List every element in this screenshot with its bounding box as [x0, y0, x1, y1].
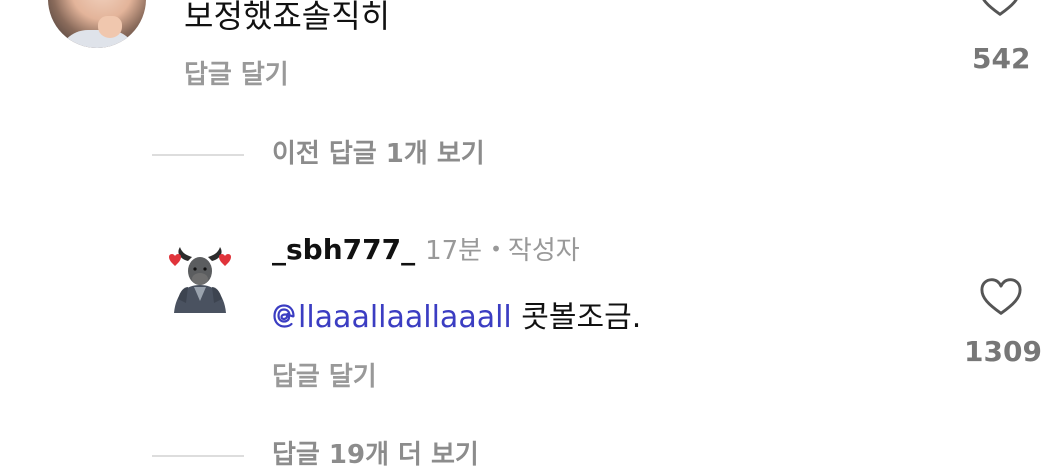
avatar-hand	[98, 16, 122, 38]
timestamp: 17분	[425, 236, 483, 266]
view-previous-replies-button[interactable]: 이전 답글 1개 보기	[272, 136, 485, 172]
author-badge: 작성자	[507, 236, 580, 266]
heart-outline-icon[interactable]	[978, 277, 1024, 317]
comment-text: 콧볼조금.	[521, 300, 642, 335]
separator-dot: •	[490, 237, 502, 261]
username[interactable]: _sbh777_	[272, 233, 415, 266]
comment-header: _sbh777_ 17분 • 작성자	[272, 230, 580, 270]
avatar-shirt	[58, 30, 138, 48]
mention-handle: llaaallaallaaall	[298, 300, 512, 335]
thread-divider	[152, 154, 244, 156]
buffalo-avatar-image	[169, 247, 231, 313]
mention-link[interactable]: llaaallaallaaall	[272, 300, 512, 335]
thread-divider	[152, 455, 244, 457]
comment-text: 보정했죠솔직히	[184, 0, 391, 35]
reply-button[interactable]: 답글 달기	[184, 58, 289, 92]
avatar[interactable]	[164, 241, 236, 313]
heart-outline-icon[interactable]	[978, 0, 1022, 18]
avatar[interactable]	[48, 0, 146, 48]
comment-body: llaaallaallaaall 콧볼조금.	[272, 297, 641, 339]
reply-button[interactable]: 답글 달기	[272, 360, 377, 394]
like-count: 1309	[964, 335, 1042, 368]
like-count: 542	[972, 42, 1031, 75]
view-more-replies-button[interactable]: 답글 19개 더 보기	[272, 437, 479, 473]
threads-at-icon	[273, 303, 295, 328]
